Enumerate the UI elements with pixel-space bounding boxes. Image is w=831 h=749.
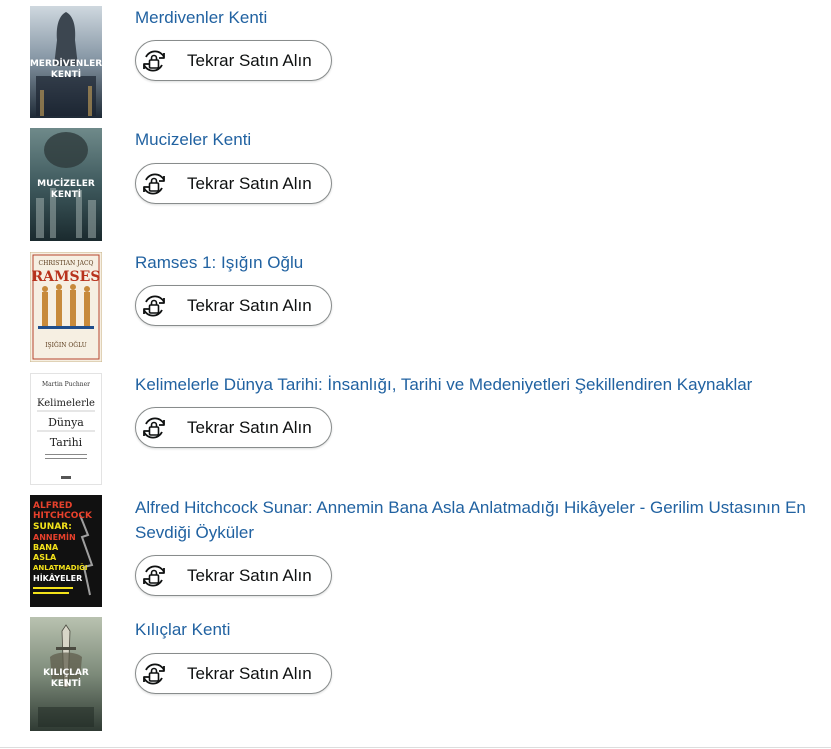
bottom-divider xyxy=(0,747,831,748)
book-cover-image[interactable]: ALFRED HITCHCOCK SUNAR: ANNEMİN BANA ASL… xyxy=(30,495,102,607)
buy-again-icon xyxy=(138,290,170,322)
buy-again-icon xyxy=(138,168,170,200)
cover-text: ASLA xyxy=(33,553,57,562)
buy-again-button[interactable]: Tekrar Satın Alın xyxy=(135,555,332,596)
book-cover-image[interactable]: Martin Puchner Kelimelerle Dünya Tarihi xyxy=(30,373,102,485)
buy-again-label: Tekrar Satın Alın xyxy=(187,417,312,437)
cover-text: MUCİZELER xyxy=(37,178,95,189)
cover-text: IŞIĞIN OĞLU xyxy=(45,341,87,349)
book-title-link[interactable]: Alfred Hitchcock Sunar: Annemin Bana Asl… xyxy=(135,495,821,545)
buy-again-label: Tekrar Satın Alın xyxy=(187,173,312,193)
book-title-link[interactable]: Merdivenler Kenti xyxy=(135,5,821,30)
cover-text: MERDİVENLER xyxy=(30,58,102,69)
cover-text: ALFRED xyxy=(33,501,72,511)
cover-text: KENTİ xyxy=(51,69,81,80)
buy-again-button[interactable]: Tekrar Satın Alın xyxy=(135,653,332,694)
book-cover-image[interactable]: MERDİVENLER KENTİ xyxy=(30,6,102,118)
book-title-link[interactable]: Ramses 1: Işığın Oğlu xyxy=(135,250,821,275)
cover-text: BANA xyxy=(33,543,59,552)
cover-text: Martin Puchner xyxy=(42,381,90,388)
cover-text: RAMSES xyxy=(32,269,101,285)
buy-again-icon xyxy=(138,412,170,444)
cover-text: Kelimelerle xyxy=(37,398,95,409)
buy-again-label: Tekrar Satın Alın xyxy=(187,565,312,585)
buy-again-button[interactable]: Tekrar Satın Alın xyxy=(135,163,332,204)
buy-again-icon xyxy=(138,658,170,690)
buy-again-button[interactable]: Tekrar Satın Alın xyxy=(135,40,332,81)
buy-again-label: Tekrar Satın Alın xyxy=(187,295,312,315)
book-cover-image[interactable]: CHRISTIAN JACQ RAMSES IŞIĞIN OĞLU xyxy=(30,252,102,362)
book-title-link[interactable]: Kılıçlar Kenti xyxy=(135,617,821,642)
buy-again-icon xyxy=(138,560,170,592)
cover-text: KILIÇLAR xyxy=(43,668,89,678)
buy-again-label: Tekrar Satın Alın xyxy=(187,50,312,70)
cover-text: ANLATMADIĞI xyxy=(33,563,88,572)
cover-text: Tarihi xyxy=(50,436,83,449)
cover-text: CHRISTIAN JACQ xyxy=(39,260,94,267)
cover-text: Dünya xyxy=(48,416,84,429)
cover-text: KENTİ xyxy=(51,189,81,200)
buy-again-icon xyxy=(138,45,170,77)
buy-again-label: Tekrar Satın Alın xyxy=(187,663,312,683)
cover-text: KENTİ xyxy=(51,678,81,689)
cover-text: HITCHCOCK xyxy=(33,511,93,521)
book-cover-image[interactable]: MUCİZELER KENTİ xyxy=(30,128,102,241)
book-title-link[interactable]: Mucizeler Kenti xyxy=(135,127,821,152)
cover-text: HİKÂYELER xyxy=(33,572,82,583)
buy-again-button[interactable]: Tekrar Satın Alın xyxy=(135,407,332,448)
buy-again-list: MERDİVENLER KENTİ Merdivenler Kenti Tekr… xyxy=(0,0,831,749)
buy-again-button[interactable]: Tekrar Satın Alın xyxy=(135,285,332,326)
cover-text: SUNAR: xyxy=(33,522,72,532)
book-cover-image[interactable]: KILIÇLAR KENTİ xyxy=(30,617,102,731)
cover-text: ANNEMİN xyxy=(33,532,76,542)
book-title-link[interactable]: Kelimelerle Dünya Tarihi: İnsanlığı, Tar… xyxy=(135,372,821,397)
